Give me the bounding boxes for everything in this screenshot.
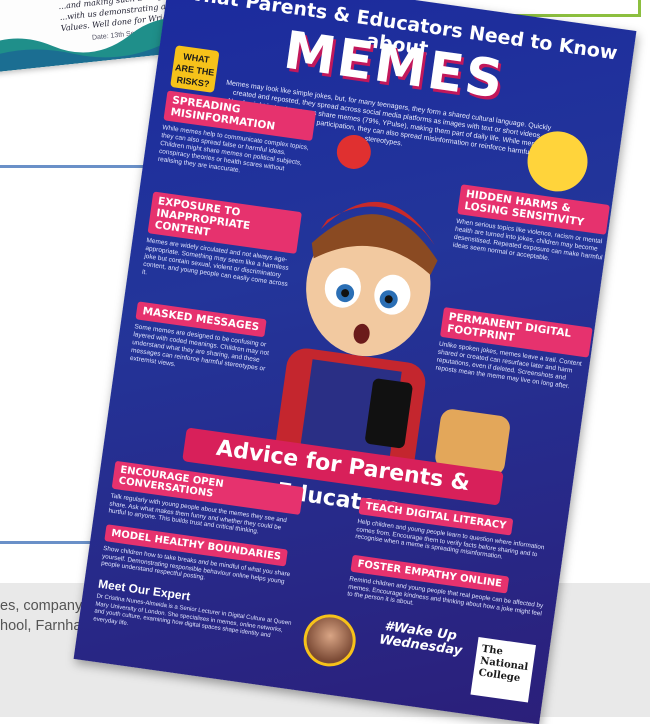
memes-guide-poster[interactable]: What Parents & Educators Need to Know ab… — [73, 0, 637, 724]
wake-up-wednesday-logo: #Wake Up Wednesday — [378, 618, 464, 659]
national-college-logo: The National College — [470, 637, 536, 703]
risks-badge: WHAT ARE THE RISKS? — [170, 45, 220, 93]
advice-empathy-online: Foster Empathy Online Remind children an… — [347, 553, 547, 626]
expert-avatar — [300, 610, 360, 670]
